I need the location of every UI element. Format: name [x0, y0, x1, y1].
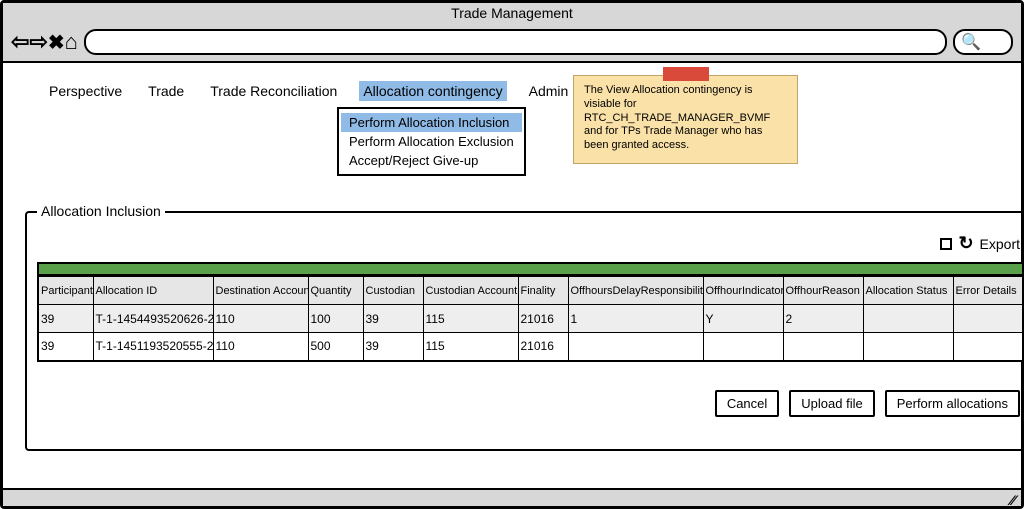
- cell-offhour-reason: 2: [783, 305, 863, 333]
- panel-legend: Allocation Inclusion: [37, 203, 165, 219]
- cell-custodian-account: 115: [423, 333, 518, 361]
- col-offhour-indicator[interactable]: OffhourIndicator: [703, 277, 783, 305]
- upload-file-button[interactable]: Upload file: [789, 390, 874, 417]
- allocation-contingency-dropdown: Perform Allocation Inclusion Perform All…: [337, 107, 526, 176]
- panel-actions: Cancel Upload file Perform allocations: [35, 390, 1024, 417]
- table-row[interactable]: 39 T-1-1451193520555-2 110 500 39 115 21…: [38, 333, 1023, 361]
- sticky-note-wrap: The View Allocation contingency is visia…: [573, 61, 798, 164]
- cell-dest-account: 110: [213, 305, 308, 333]
- dropdown-perform-inclusion[interactable]: Perform Allocation Inclusion: [341, 113, 522, 132]
- checkbox-icon[interactable]: [940, 238, 952, 250]
- titlebar: Trade Management ⇦ ⇨ ✖ ⌂ 🔍: [3, 3, 1021, 63]
- menu-trade-reconciliation[interactable]: Trade Reconciliation: [206, 81, 341, 101]
- cell-offhour-indicator: Y: [703, 305, 783, 333]
- col-custodian[interactable]: Custodian: [363, 277, 423, 305]
- cell-custodian: 39: [363, 305, 423, 333]
- search-icon: 🔍: [961, 32, 981, 52]
- cell-allocation-id: T-1-1451193520555-2: [93, 333, 213, 361]
- col-finality[interactable]: Finality: [518, 277, 568, 305]
- search-box[interactable]: 🔍: [953, 29, 1013, 55]
- cell-quantity: 100: [308, 305, 363, 333]
- cell-finality: 21016: [518, 305, 568, 333]
- export-label[interactable]: Export: [980, 236, 1020, 252]
- close-icon[interactable]: ✖: [48, 30, 65, 55]
- table-header-row: Participant Allocation ID Destination Ac…: [38, 277, 1023, 305]
- menu-allocation-contingency[interactable]: Allocation contingency: [359, 81, 506, 101]
- cell-finality: 21016: [518, 333, 568, 361]
- panel-toolbar: ↻ Export: [35, 233, 1024, 254]
- cell-allocation-status: [863, 305, 953, 333]
- cell-offhour-indicator: [703, 333, 783, 361]
- cell-offhours-delay: 1: [568, 305, 703, 333]
- col-custodian-account[interactable]: Custodian Account: [423, 277, 518, 305]
- cell-error-details: [953, 305, 1023, 333]
- cell-error-details: [953, 333, 1023, 361]
- dropdown-accept-reject-giveup[interactable]: Accept/Reject Give-up: [347, 151, 516, 170]
- sticky-note: The View Allocation contingency is visia…: [573, 75, 798, 164]
- col-allocation-id[interactable]: Allocation ID: [93, 277, 213, 305]
- cell-allocation-id: T-1-1454493520626-2: [93, 305, 213, 333]
- cell-allocation-status: [863, 333, 953, 361]
- back-icon[interactable]: ⇦: [11, 29, 29, 55]
- cell-offhours-delay: [568, 333, 703, 361]
- menu-perspective[interactable]: Perspective: [45, 81, 126, 101]
- table-row[interactable]: 39 T-1-1454493520626-2 110 100 39 115 21…: [38, 305, 1023, 333]
- menu-trade[interactable]: Trade: [144, 81, 188, 101]
- home-icon[interactable]: ⌂: [65, 29, 78, 55]
- forward-icon[interactable]: ⇨: [29, 29, 47, 55]
- cell-dest-account: 110: [213, 333, 308, 361]
- refresh-icon[interactable]: ↻: [958, 233, 973, 254]
- col-offhours-delay[interactable]: OffhoursDelayResponsibility: [568, 277, 703, 305]
- tape-icon: [663, 67, 709, 81]
- col-allocation-status[interactable]: Allocation Status: [863, 277, 953, 305]
- menu-admin[interactable]: Admin: [525, 81, 573, 101]
- cell-quantity: 500: [308, 333, 363, 361]
- col-offhour-reason[interactable]: OffhourReason: [783, 277, 863, 305]
- col-error-details[interactable]: Error Details: [953, 277, 1023, 305]
- cell-participant: 39: [38, 305, 93, 333]
- cell-custodian: 39: [363, 333, 423, 361]
- statusbar: [3, 488, 1021, 506]
- table-header-bar: [37, 262, 1024, 276]
- address-bar[interactable]: [84, 29, 947, 55]
- allocation-inclusion-panel: Allocation Inclusion ↻ Export Participan…: [25, 211, 1024, 451]
- cell-custodian-account: 115: [423, 305, 518, 333]
- cancel-button[interactable]: Cancel: [715, 390, 779, 417]
- col-participant[interactable]: Participant: [38, 277, 93, 305]
- browser-toolbar: ⇦ ⇨ ✖ ⌂ 🔍: [3, 23, 1021, 61]
- app-window: Trade Management ⇦ ⇨ ✖ ⌂ 🔍 Perspective T…: [0, 0, 1024, 509]
- window-title: Trade Management: [3, 3, 1021, 23]
- dropdown-perform-exclusion[interactable]: Perform Allocation Exclusion: [347, 132, 516, 151]
- perform-allocations-button[interactable]: Perform allocations: [885, 390, 1020, 417]
- col-destination-account[interactable]: Destination Account: [213, 277, 308, 305]
- col-quantity[interactable]: Quantity: [308, 277, 363, 305]
- content-area: Perspective Trade Trade Reconciliation A…: [3, 63, 1021, 488]
- cell-participant: 39: [38, 333, 93, 361]
- menubar: Perspective Trade Trade Reconciliation A…: [45, 81, 999, 101]
- cell-offhour-reason: [783, 333, 863, 361]
- allocation-table: Participant Allocation ID Destination Ac…: [37, 276, 1024, 362]
